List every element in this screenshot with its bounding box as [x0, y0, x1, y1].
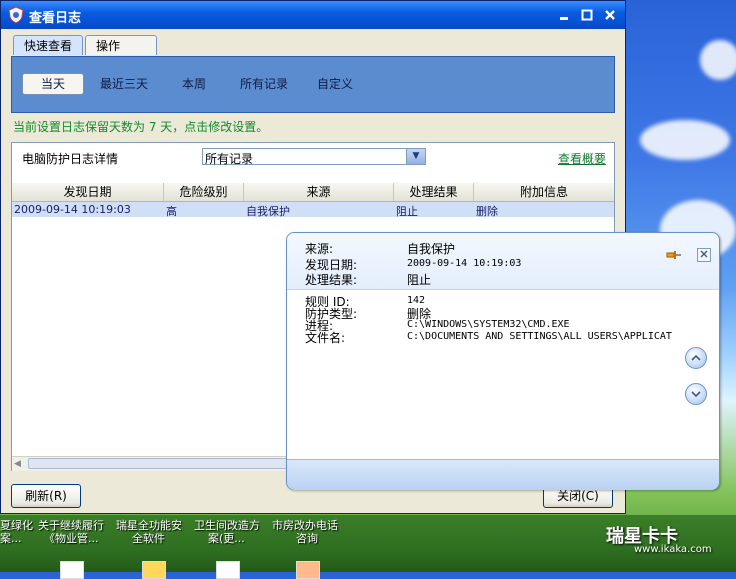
cell-level: 高 [166, 205, 177, 218]
minimize-icon [560, 17, 568, 20]
window-title: 查看日志 [29, 11, 82, 26]
chevron-up-icon [691, 354, 701, 361]
source-label: 来源: [305, 242, 334, 256]
chevron-down-icon[interactable]: ▼ [406, 149, 425, 164]
watermark-url: www.ikaka.com [634, 544, 712, 555]
file-value: C:\DOCUMENTS AND SETTINGS\ALL USERS\APPL… [407, 331, 672, 342]
installer-icon[interactable] [142, 561, 166, 579]
tab-operations[interactable]: 操作 [85, 35, 157, 55]
date-value: 2009-09-14 10:19:03 [407, 258, 522, 269]
titlebar[interactable]: 查看日志 [1, 1, 625, 29]
minimize-button[interactable] [557, 9, 571, 21]
desktop-item-label: 关于继续履行 [38, 519, 104, 532]
pin-icon[interactable] [666, 249, 682, 261]
desktop-item[interactable]: 夏绿化 案... [0, 519, 33, 545]
desktop-item-label: 咨询 [296, 532, 318, 545]
desktop-item[interactable]: 瑞星全功能安 全软件 [116, 519, 182, 545]
table-header: 发现日期 危险级别 来源 处理结果 附加信息 [12, 183, 614, 202]
scroll-up-button[interactable] [685, 347, 707, 369]
watermark-logo: 瑞星卡卡 www.ikaka.com [606, 522, 726, 560]
source-value: 自我保护 [407, 242, 456, 256]
column-header[interactable]: 来源 [244, 183, 394, 201]
retention-hint-link[interactable]: 当前设置日志保留天数为 7 天，点击修改设置。 [13, 118, 268, 135]
shield-icon [8, 6, 24, 24]
document-icon[interactable] [60, 561, 84, 579]
close-icon [605, 10, 615, 20]
cloud-decoration [640, 120, 730, 160]
scrollbar-thumb[interactable] [28, 458, 288, 469]
filter-panel: 当天 最近三天 本周 所有记录 自定义 [11, 56, 615, 113]
desktop-item-label: 全软件 [132, 532, 165, 545]
document-icon[interactable] [216, 561, 240, 579]
result-value: 阻止 [407, 273, 432, 287]
filter-last-three-days[interactable]: 最近三天 [100, 75, 148, 92]
desktop-item-label: 卫生间改造方 [194, 519, 260, 532]
scroll-down-button[interactable] [685, 383, 707, 405]
document-icon[interactable] [296, 561, 320, 579]
column-header[interactable]: 危险级别 [164, 183, 244, 201]
file-label: 文件名: [305, 331, 346, 345]
popup-header: 来源: 自我保护 发现日期: 2009-09-14 10:19:03 处理结果:… [287, 233, 719, 290]
filter-this-week[interactable]: 本周 [182, 75, 206, 92]
panel-label: 电脑防护日志详情 [22, 152, 119, 166]
desktop-item-label: 案(更... [208, 532, 245, 545]
select-value: 所有记录 [205, 152, 254, 166]
tab-quick-view[interactable]: 快速查看 [13, 35, 83, 55]
log-detail-popup: 来源: 自我保护 发现日期: 2009-09-14 10:19:03 处理结果:… [286, 232, 720, 490]
cloud-decoration [700, 40, 736, 80]
cell-source: 自我保护 [246, 205, 290, 218]
column-header[interactable]: 发现日期 [12, 183, 164, 201]
close-icon [700, 250, 708, 258]
refresh-button[interactable]: 刷新(R) [11, 484, 81, 508]
process-value: C:\WINDOWS\SYSTEM32\CMD.EXE [407, 319, 570, 330]
popup-footer [287, 459, 719, 490]
view-overview-link[interactable]: 查看概要 [558, 150, 606, 167]
filter-today[interactable]: 当天 [22, 73, 84, 95]
cell-result: 阻止 [396, 205, 418, 218]
maximize-icon [581, 9, 593, 21]
desktop-item[interactable]: 关于继续履行 《物业管... [38, 519, 104, 545]
filter-custom[interactable]: 自定义 [317, 75, 353, 92]
cell-extra: 删除 [476, 205, 498, 218]
filter-all-records[interactable]: 所有记录 [240, 75, 288, 92]
close-popup-button[interactable] [697, 248, 711, 262]
column-header[interactable]: 附加信息 [474, 183, 614, 201]
desktop-item-label: 瑞星全功能安 [116, 519, 182, 532]
desktop-item-label: 《物业管... [44, 532, 99, 545]
desktop-item-label: 市房改办电话 [272, 519, 338, 532]
desktop-item[interactable]: 市房改办电话 咨询 [272, 519, 338, 545]
result-label: 处理结果: [305, 273, 358, 287]
close-window-button[interactable] [603, 9, 617, 21]
table-row[interactable]: 2009-09-14 10:19:03 高 自我保护 阻止 删除 [12, 202, 614, 218]
record-type-select[interactable]: 所有记录 ▼ [202, 148, 426, 166]
scroll-left-icon[interactable]: ◀ [14, 458, 26, 470]
desktop-item-label: 夏绿化 [0, 519, 33, 532]
column-header[interactable]: 处理结果 [394, 183, 474, 201]
chevron-down-icon [691, 391, 701, 398]
desktop-item[interactable]: 卫生间改造方 案(更... [194, 519, 260, 545]
cell-date: 2009-09-14 10:19:03 [14, 203, 131, 216]
desktop-item-label: 案... [0, 532, 22, 545]
maximize-button[interactable] [580, 9, 594, 21]
